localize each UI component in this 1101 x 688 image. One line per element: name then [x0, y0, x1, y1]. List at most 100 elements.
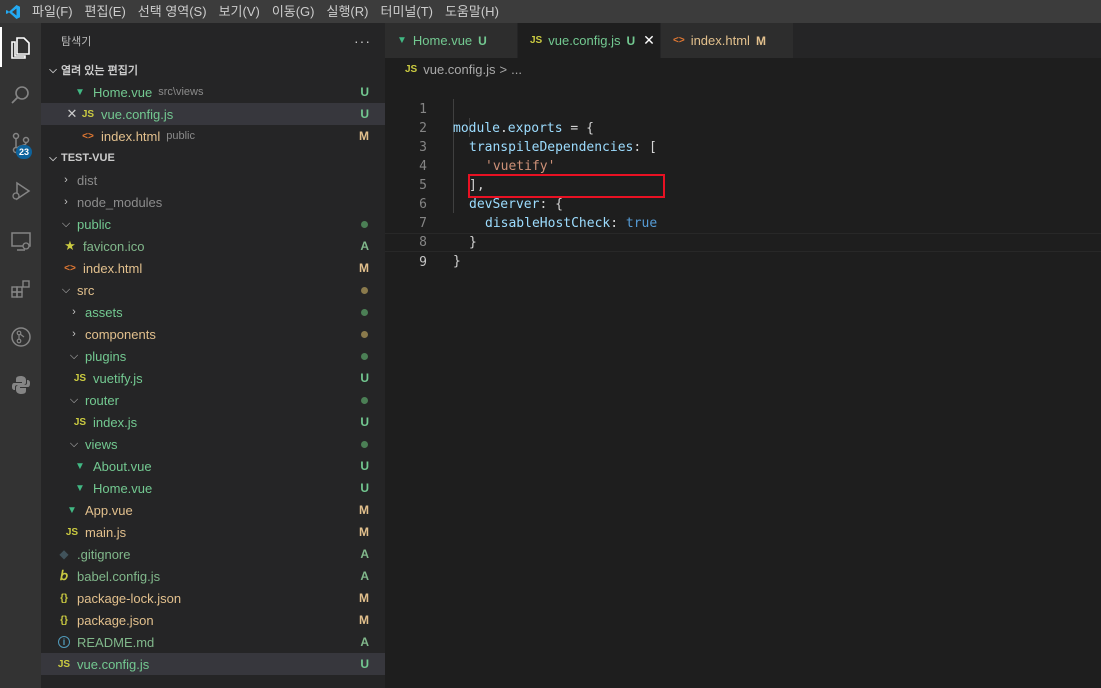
menu-help[interactable]: 도움말(H) [439, 0, 505, 23]
tree-item-label: dist [77, 172, 98, 188]
git-status: U [360, 415, 369, 429]
run-debug-button[interactable] [0, 171, 41, 211]
vue-icon: ▼ [75, 482, 85, 494]
open-editor-name: Home.vue [93, 84, 153, 100]
search-button[interactable] [0, 75, 41, 115]
tree-file[interactable]: ★ favicon.ico A [41, 235, 385, 257]
highlight-box [468, 174, 665, 198]
extensions-button[interactable] [0, 269, 41, 309]
tree-folder[interactable]: ⌵ public [41, 213, 385, 235]
git-status-dot [361, 221, 368, 228]
vue-icon: ▼ [397, 35, 407, 46]
gitlens-button[interactable] [0, 317, 41, 357]
more-actions-button[interactable]: ··· [354, 33, 371, 49]
tree-item-label: Home.vue [93, 480, 153, 496]
git-status: M [359, 613, 369, 627]
open-editor-name: vue.config.js [101, 106, 174, 122]
close-icon[interactable]: ✕ [65, 106, 79, 122]
editor-tabs: ▼ Home.vue U JS vue.config.js U ✕ <> ind… [385, 23, 1101, 58]
explorer-button[interactable] [0, 27, 41, 67]
breadcrumb[interactable]: JS vue.config.js > ... [385, 58, 1101, 80]
open-editor-item[interactable]: <> index.html public M [41, 125, 385, 147]
menu-view[interactable]: 보기(V) [213, 0, 266, 23]
tree-file[interactable]: ▼ Home.vue U [41, 477, 385, 499]
menu-run[interactable]: 실행(R) [321, 0, 375, 23]
git-status: U [360, 371, 369, 385]
tree-file[interactable]: {} package-lock.json M [41, 587, 385, 609]
star-icon: ★ [64, 238, 76, 253]
tree-file[interactable]: JS index.js U [41, 411, 385, 433]
js-file-icon: JS [405, 63, 418, 75]
open-editor-item[interactable]: ✕ JS vue.config.js U [41, 103, 385, 125]
tree-file[interactable]: JS vuetify.js U [41, 367, 385, 389]
html-file-icon: <> [673, 35, 685, 46]
chevron-right-icon: › [72, 328, 76, 340]
chevron-right-icon: › [72, 306, 76, 318]
menu-edit[interactable]: 편집(E) [79, 0, 132, 23]
tree-folder[interactable]: › node_modules [41, 191, 385, 213]
run-debug-icon [11, 181, 30, 201]
code-line: 8 } [385, 214, 1101, 269]
tree-item-label: vue.config.js [77, 656, 150, 672]
menu-go[interactable]: 이동(G) [266, 0, 321, 23]
js-file-icon: JS [530, 35, 543, 46]
code-editor[interactable]: 1 module.exports = { 2 transpileDependen… [385, 80, 1101, 688]
open-editor-desc: public [166, 130, 195, 142]
git-status: M [359, 129, 369, 143]
tree-file[interactable]: {} package.json M [41, 609, 385, 631]
git-status: U [360, 107, 369, 121]
tab-status: M [755, 33, 766, 48]
git-status: U [360, 481, 369, 495]
tree-file[interactable]: <> index.html M [41, 257, 385, 279]
tab-vue-config-js[interactable]: JS vue.config.js U ✕ [518, 23, 661, 58]
tab-label: vue.config.js [548, 33, 621, 48]
git-status: M [359, 525, 369, 539]
chevron-right-icon: › [64, 196, 68, 208]
scm-badge: 23 [16, 145, 33, 159]
chevron-down-icon: ⌵ [61, 217, 71, 230]
sidebar-header: 탐색기 ··· [41, 23, 385, 59]
git-status: A [360, 239, 369, 253]
python-button[interactable] [0, 365, 41, 405]
menu-file[interactable]: 파일(F) [26, 0, 79, 23]
chevron-down-icon: ⌵ [69, 437, 79, 450]
extensions-icon [10, 280, 30, 298]
tree-file[interactable]: i README.md A [41, 631, 385, 653]
tab-label: Home.vue [412, 33, 473, 48]
chevron-down-icon: ⌵ [69, 349, 79, 362]
tree-file[interactable]: ▼ App.vue M [41, 499, 385, 521]
chevron-right-icon: > [499, 61, 508, 77]
close-icon[interactable]: ✕ [643, 32, 655, 49]
line-number: 9 [419, 255, 427, 270]
tab-index-html[interactable]: <> index.html M [661, 23, 794, 58]
tree-folder[interactable]: ⌵ src [41, 279, 385, 301]
tab-home-vue[interactable]: ▼ Home.vue U [385, 23, 518, 58]
breadcrumb-file[interactable]: vue.config.js [423, 62, 495, 77]
menu-selection[interactable]: 선택 영역(S) [132, 0, 213, 23]
tree-item-label: public [77, 216, 111, 232]
tab-status: U [478, 33, 487, 48]
tree-folder[interactable]: › assets [41, 301, 385, 323]
tree-file[interactable]: ◆ .gitignore A [41, 543, 385, 565]
tree-folder[interactable]: ⌵ plugins [41, 345, 385, 367]
tree-folder[interactable]: › dist [41, 169, 385, 191]
tree-folder[interactable]: ⌵ router [41, 389, 385, 411]
menu-terminal[interactable]: 터미널(T) [374, 0, 438, 23]
tree-folder[interactable]: › components [41, 323, 385, 345]
open-editors-header[interactable]: ⌵ 열려 있는 편집기 [41, 59, 385, 81]
vscode-logo-icon [0, 0, 26, 23]
open-editor-item[interactable]: ▼ Home.vue src\views U [41, 81, 385, 103]
tree-file[interactable]: 𝘣 babel.config.js A [41, 565, 385, 587]
tree-file[interactable]: JS main.js M [41, 521, 385, 543]
tree-file[interactable]: ▼ About.vue U [41, 455, 385, 477]
remote-explorer-button[interactable] [0, 221, 41, 261]
breadcrumb-rest[interactable]: ... [511, 62, 522, 77]
git-status: U [360, 459, 369, 473]
tree-item-label: vuetify.js [93, 370, 143, 386]
tree-folder[interactable]: ⌵ views [41, 433, 385, 455]
source-control-button[interactable]: 23 [0, 123, 41, 163]
tree-item-label: src [77, 282, 95, 298]
tree-item-label: favicon.ico [83, 238, 145, 254]
project-header[interactable]: ⌵ TEST-VUE [41, 147, 385, 169]
tree-file[interactable]: JS vue.config.js U [41, 653, 385, 675]
